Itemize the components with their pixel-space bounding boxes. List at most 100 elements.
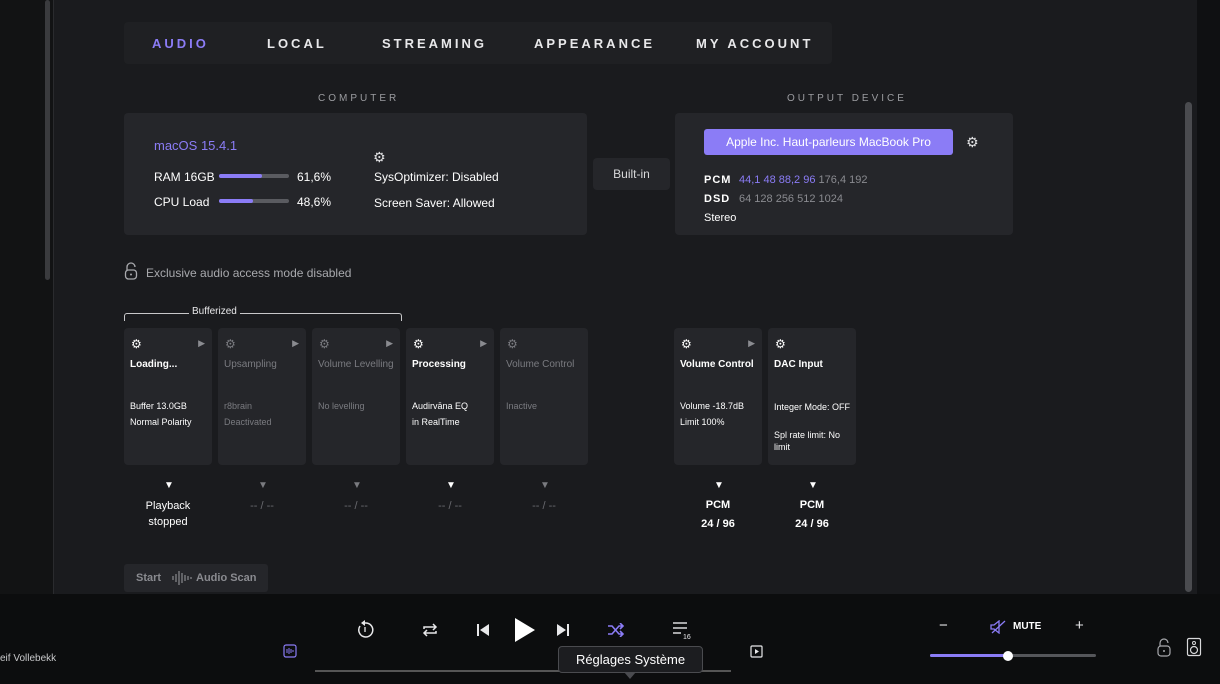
pcm-formats: PCM 44,1 48 88,2 96 176,4 192: [704, 174, 867, 186]
block-gear-icon[interactable]: ⚙: [413, 337, 424, 351]
volume-down-button[interactable]: −: [939, 617, 948, 634]
screensaver-status: Screen Saver: Allowed: [374, 196, 495, 210]
block-detail: Deactivated: [224, 417, 272, 427]
pipeline-block-processing[interactable]: ⚙ ▶ Processing Audirvāna EQ in RealTime: [406, 328, 494, 465]
block-play-icon: ▶: [748, 338, 755, 348]
settings-scrollbar[interactable]: [1185, 102, 1192, 592]
block-detail: Volume -18.7dB: [680, 401, 745, 411]
block-play-icon: ▶: [292, 338, 299, 348]
connection-type-badge: Built-in: [593, 158, 670, 190]
block-title: Volume Control: [506, 359, 575, 370]
volume-up-button[interactable]: +: [1075, 617, 1084, 634]
ram-bar-fill: [219, 174, 263, 178]
arrow-down-icon: ▼: [540, 480, 550, 491]
video-icon[interactable]: [750, 645, 763, 658]
ram-bar: [219, 174, 289, 178]
now-playing-artist[interactable]: eif Vollebekk: [0, 653, 56, 664]
pcm-unsupported-rates: 176,4 192: [818, 174, 868, 186]
stream-format: -- / --: [438, 500, 462, 512]
queue-count: 16: [683, 634, 691, 640]
volume-slider-handle[interactable]: [1003, 651, 1014, 661]
os-name: macOS 15.4.1: [154, 138, 238, 153]
settings-tabs: AUDIO LOCAL STREAMING APPEARANCE MY ACCO…: [124, 22, 832, 64]
block-gear-icon[interactable]: ⚙: [131, 337, 142, 351]
block-detail: Integer Mode: OFF: [774, 402, 851, 412]
arrow-down-icon: ▼: [164, 480, 174, 491]
system-settings-tooltip: Réglages Système: [558, 646, 703, 673]
dsd-key: DSD: [704, 193, 731, 205]
block-play-icon: ▶: [480, 338, 487, 348]
repeat-icon[interactable]: [421, 622, 439, 638]
tab-audio[interactable]: AUDIO: [152, 36, 209, 51]
scan-label: Audio Scan: [196, 572, 257, 584]
arrow-down-icon: ▼: [446, 480, 456, 491]
block-detail: Inactive: [506, 401, 538, 411]
output-device-selector-button[interactable]: Apple Inc. Haut-parleurs MacBook Pro: [704, 129, 953, 155]
replay-icon[interactable]: [355, 620, 375, 640]
tab-my-account[interactable]: MY ACCOUNT: [696, 36, 813, 51]
block-gear-icon[interactable]: ⚙: [319, 337, 330, 351]
stream-format: PCM 24 / 96: [768, 496, 856, 534]
pipeline-block-volume-levelling[interactable]: ⚙ ▶ Volume Levelling No levelling: [312, 328, 400, 465]
shuffle-icon[interactable]: [607, 623, 625, 637]
block-detail: Limit 100%: [680, 417, 725, 427]
arrow-down-icon: ▼: [352, 480, 362, 491]
block-title: Volume Levelling: [318, 359, 394, 370]
block-gear-icon[interactable]: ⚙: [225, 337, 236, 351]
block-gear-icon[interactable]: ⚙: [507, 337, 518, 351]
pipeline-block-upsampling[interactable]: ⚙ ▶ Upsampling r8brain Deactivated: [218, 328, 306, 465]
block-title: Processing: [412, 359, 466, 370]
queue-icon[interactable]: 16: [671, 620, 691, 640]
output-block-dac-input[interactable]: ⚙ DAC Input Integer Mode: OFF Spl rate l…: [768, 328, 856, 465]
tab-local[interactable]: LOCAL: [267, 36, 327, 51]
cpu-bar-fill: [219, 199, 254, 203]
stream-format-type: PCM: [799, 499, 825, 511]
arrow-down-icon: ▼: [714, 480, 724, 491]
pcm-supported-rates: 44,1 48 88,2 96: [739, 174, 816, 186]
system-settings-gear-icon[interactable]: ⚙: [373, 149, 386, 166]
volume-slider-fill: [930, 654, 1009, 657]
block-title: Volume Control: [680, 359, 754, 370]
block-title: Loading...: [130, 359, 178, 370]
arrow-down-icon: ▼: [808, 480, 818, 491]
previous-track-icon[interactable]: [477, 624, 489, 636]
block-play-icon: ▶: [198, 338, 205, 348]
next-track-icon[interactable]: [557, 624, 569, 636]
pipeline-block-loading[interactable]: ⚙ ▶ Loading... Buffer 13.0GB Normal Pola…: [124, 328, 212, 465]
play-icon[interactable]: [514, 617, 536, 643]
cpu-value: 48,6%: [297, 195, 332, 209]
block-detail: Normal Polarity: [130, 417, 192, 427]
stream-format: -- / --: [532, 500, 556, 512]
output-block-volume-control[interactable]: ⚙ ▶ Volume Control Volume -18.7dB Limit …: [674, 328, 762, 465]
audio-info-icon[interactable]: [283, 644, 297, 658]
exclusive-mode-status: Exclusive audio access mode disabled: [146, 266, 352, 280]
bufferized-label: Bufferized: [189, 306, 240, 317]
sysoptimizer-status: SysOptimizer: Disabled: [374, 170, 499, 184]
speaker-device-icon[interactable]: [1186, 637, 1202, 657]
tab-streaming[interactable]: STREAMING: [382, 36, 487, 51]
tab-appearance[interactable]: APPEARANCE: [534, 36, 655, 51]
unlocked-padlock-icon[interactable]: [1156, 637, 1172, 657]
speaker-muted-icon[interactable]: [990, 620, 1006, 634]
block-title: Upsampling: [224, 359, 277, 370]
stream-format-type: PCM: [705, 499, 731, 511]
output-device-section-label: OUTPUT DEVICE: [787, 93, 907, 104]
block-gear-icon[interactable]: ⚙: [775, 337, 786, 351]
block-title: DAC Input: [774, 359, 823, 370]
unlocked-padlock-icon[interactable]: [124, 262, 138, 280]
block-detail: Audirvāna EQ: [412, 401, 469, 411]
computer-section-label: COMPUTER: [318, 93, 400, 104]
block-gear-icon[interactable]: ⚙: [681, 337, 692, 351]
stream-format: -- / --: [250, 500, 274, 512]
waveform-icon: [172, 571, 192, 585]
stream-format: PCM 24 / 96: [674, 496, 762, 534]
pcm-key: PCM: [704, 174, 732, 186]
block-detail: Buffer 13.0GB: [130, 401, 187, 411]
pipeline-block-volume-control-inactive[interactable]: ⚙ Volume Control Inactive: [500, 328, 588, 465]
bufferized-bracket: [124, 313, 402, 321]
arrow-down-icon: ▼: [258, 480, 268, 491]
output-device-gear-icon[interactable]: ⚙: [966, 134, 979, 151]
mute-button[interactable]: MUTE: [1013, 621, 1041, 632]
start-audio-scan-button[interactable]: Start Audio Scan: [124, 564, 268, 592]
left-scrollbar[interactable]: [45, 0, 50, 280]
